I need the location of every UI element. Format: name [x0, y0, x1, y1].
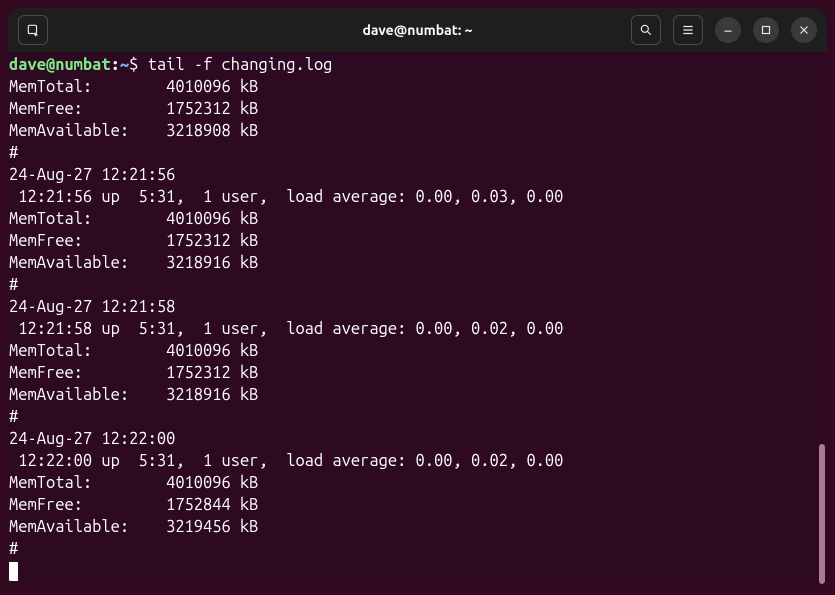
maximize-icon: [759, 23, 773, 37]
command-text: tail -f changing.log: [148, 56, 333, 74]
output-line: #: [9, 142, 826, 164]
scrollbar-thumb[interactable]: [819, 444, 825, 584]
output-line: MemTotal: 4010096 kB: [9, 340, 826, 362]
output-line: MemFree: 1752312 kB: [9, 362, 826, 384]
output-line: MemAvailable: 3219456 kB: [9, 516, 826, 538]
output-line: MemTotal: 4010096 kB: [9, 76, 826, 98]
window-title: dave@numbat: ~: [362, 22, 472, 38]
cursor-line: [9, 560, 826, 583]
search-button[interactable]: [631, 15, 661, 45]
prompt-colon: :: [111, 56, 120, 74]
output-line: MemFree: 1752844 kB: [9, 494, 826, 516]
maximize-button[interactable]: [753, 17, 779, 43]
output-line: MemAvailable: 3218908 kB: [9, 120, 826, 142]
output-line: 12:21:58 up 5:31, 1 user, load average: …: [9, 318, 826, 340]
close-icon: [797, 23, 811, 37]
hamburger-icon: [681, 23, 695, 37]
new-tab-icon: [26, 23, 40, 37]
output-line: MemAvailable: 3218916 kB: [9, 384, 826, 406]
output-line: #: [9, 538, 826, 560]
output-line: 24-Aug-27 12:21:56: [9, 164, 826, 186]
output-line: 12:21:56 up 5:31, 1 user, load average: …: [9, 186, 826, 208]
cursor: [9, 562, 18, 581]
prompt-dollar: $: [129, 56, 147, 74]
new-tab-button[interactable]: [18, 15, 48, 45]
terminal-window: dave@numbat: ~: [8, 8, 827, 587]
minimize-icon: [721, 23, 735, 37]
output-line: 24-Aug-27 12:21:58: [9, 296, 826, 318]
output-line: MemTotal: 4010096 kB: [9, 208, 826, 230]
prompt-line: dave@numbat:~$ tail -f changing.log: [9, 54, 826, 76]
output-line: #: [9, 406, 826, 428]
output-line: #: [9, 274, 826, 296]
output-line: 24-Aug-27 12:22:00: [9, 428, 826, 450]
search-icon: [639, 23, 653, 37]
output-line: MemTotal: 4010096 kB: [9, 472, 826, 494]
prompt-path: ~: [120, 56, 129, 74]
terminal-body[interactable]: dave@numbat:~$ tail -f changing.log MemT…: [8, 52, 827, 587]
titlebar: dave@numbat: ~: [8, 8, 827, 52]
menu-button[interactable]: [673, 15, 703, 45]
close-button[interactable]: [791, 17, 817, 43]
prompt-userhost: dave@numbat: [9, 56, 111, 74]
output-line: MemAvailable: 3218916 kB: [9, 252, 826, 274]
minimize-button[interactable]: [715, 17, 741, 43]
output-line: MemFree: 1752312 kB: [9, 98, 826, 120]
output-line: MemFree: 1752312 kB: [9, 230, 826, 252]
output-line: 12:22:00 up 5:31, 1 user, load average: …: [9, 450, 826, 472]
